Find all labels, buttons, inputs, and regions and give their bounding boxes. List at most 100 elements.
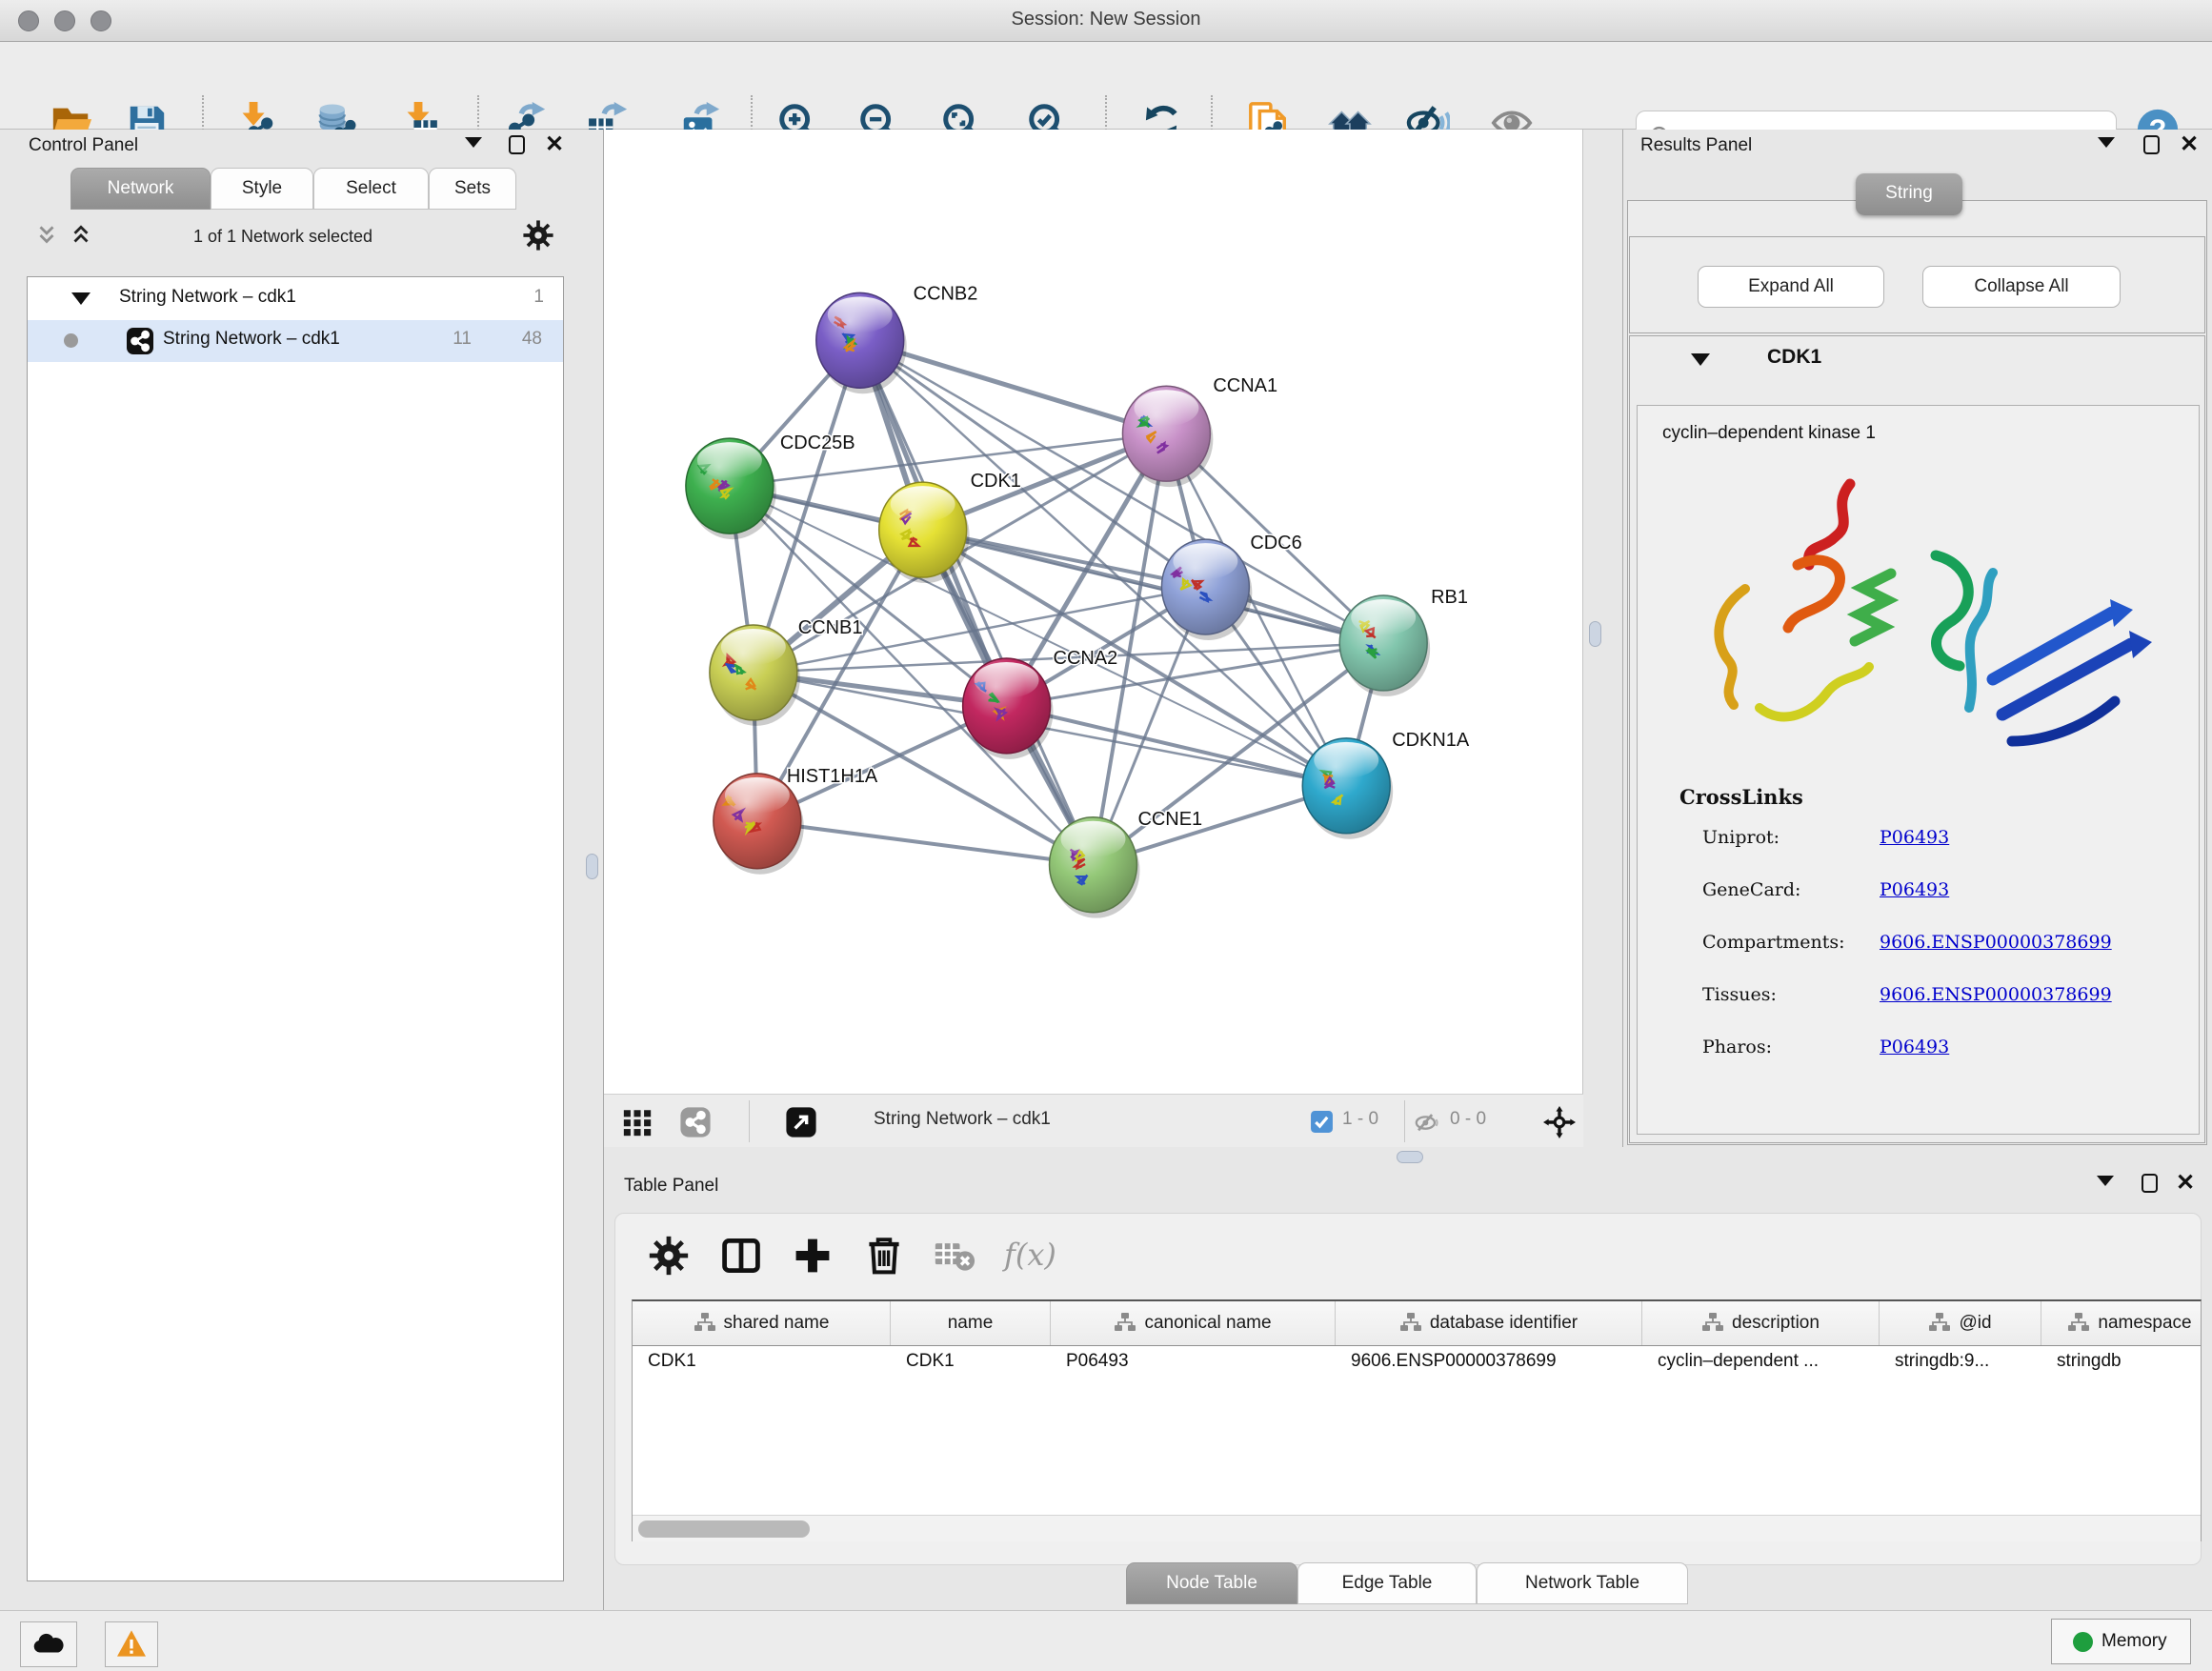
table-cell[interactable]: CDK1: [891, 1346, 1051, 1379]
show-columns-icon[interactable]: [720, 1235, 762, 1277]
control-panel-float-icon[interactable]: [509, 135, 525, 158]
column-header-@id[interactable]: @id: [1880, 1301, 2041, 1345]
network-node-CDK1[interactable]: CDK1: [879, 471, 1021, 583]
node-label: CDKN1A: [1392, 730, 1470, 751]
network-node-CDKN1A[interactable]: CDKN1A: [1302, 730, 1470, 839]
table-panel-float-icon[interactable]: [2142, 1174, 2158, 1197]
table-cell[interactable]: 9606.ENSP00000378699: [1336, 1346, 1642, 1379]
network-node-HIST1H1A[interactable]: HIST1H1A: [714, 766, 878, 875]
table-cell[interactable]: stringdb: [2041, 1346, 2212, 1379]
network-collection-row[interactable]: String Network – cdk1 1: [28, 278, 563, 320]
table-cell[interactable]: cyclin–dependent ...: [1642, 1346, 1880, 1379]
open-in-window-icon[interactable]: [785, 1106, 817, 1138]
tab-string[interactable]: String: [1856, 173, 1962, 215]
create-column-plus-icon[interactable]: [792, 1235, 834, 1277]
tab-node-table[interactable]: Node Table: [1126, 1562, 1297, 1604]
table-cell[interactable]: stringdb:9...: [1880, 1346, 2041, 1379]
tab-sets[interactable]: Sets: [429, 168, 516, 210]
collection-expand-icon[interactable]: [71, 292, 90, 305]
network-node-CDC25B[interactable]: CDC25B: [686, 433, 855, 539]
table-options-gear-icon[interactable]: [648, 1235, 690, 1277]
results-panel-float-icon[interactable]: [2143, 135, 2160, 158]
column-header-name[interactable]: name: [891, 1301, 1051, 1345]
separator: [1404, 1100, 1405, 1142]
fit-crosshair-icon[interactable]: [1543, 1106, 1576, 1138]
network-edge[interactable]: [860, 340, 1094, 864]
crosslink-row: Pharos:P06493: [1702, 1037, 2179, 1089]
network-node-CCNA2[interactable]: CCNA2: [963, 648, 1118, 759]
hidden-eye-slash-icon[interactable]: [1414, 1110, 1439, 1136]
crosslink-link[interactable]: 9606.ENSP00000378699: [1880, 984, 2112, 1005]
crosslink-row: Uniprot:P06493: [1702, 827, 2179, 879]
cloud-status-button[interactable]: [20, 1621, 77, 1667]
table-row[interactable]: CDK1CDK1P064939606.ENSP00000378699cyclin…: [633, 1346, 2201, 1379]
selected-checkbox-icon[interactable]: [1310, 1110, 1334, 1134]
crosslink-label: Tissues:: [1702, 984, 1777, 1005]
network-edge[interactable]: [1007, 706, 1347, 786]
table-cell[interactable]: CDK1: [633, 1346, 891, 1379]
left-splitter-handle[interactable]: [586, 854, 598, 879]
node-gloss: [828, 296, 893, 332]
memory-label: Memory: [2101, 1631, 2167, 1652]
protein-description: cyclin–dependent kinase 1: [1662, 423, 1876, 444]
control-panel-close-icon[interactable]: ✕: [545, 135, 564, 158]
network-canvas[interactable]: CCNB2 CCNA1 CDC25B CDK1 CDC6 RB1 CCNB1 CCNA2 CDK…: [604, 130, 1583, 1094]
table-cell[interactable]: P06493: [1051, 1346, 1336, 1379]
tab-select[interactable]: Select: [313, 168, 429, 210]
column-header-description[interactable]: description: [1642, 1301, 1880, 1345]
results-panel-menu-icon[interactable]: [2098, 135, 2115, 158]
network-row-selected[interactable]: String Network – cdk1 11 48: [28, 320, 563, 362]
crosslink-link[interactable]: P06493: [1880, 879, 1949, 900]
column-header-shared-name[interactable]: shared name: [633, 1301, 891, 1345]
network-node-CCNE1[interactable]: CCNE1: [1050, 809, 1203, 918]
crosslink-link[interactable]: P06493: [1880, 1037, 1949, 1057]
collection-count: 1: [533, 287, 544, 308]
node-gloss: [697, 442, 762, 478]
protein-collapse-icon[interactable]: [1691, 353, 1710, 366]
network-edge[interactable]: [860, 340, 1167, 433]
function-builder-icon[interactable]: f(x): [1004, 1237, 1056, 1273]
network-selection-status: 1 of 1 Network selected: [0, 227, 566, 247]
results-panel-close-icon[interactable]: ✕: [2180, 135, 2199, 158]
column-header-namespace[interactable]: namespace: [2041, 1301, 2212, 1345]
column-header-canonical-name[interactable]: canonical name: [1051, 1301, 1336, 1345]
network-node-RB1[interactable]: RB1: [1339, 587, 1468, 696]
tab-network-table[interactable]: Network Table: [1477, 1562, 1688, 1604]
string-style-icon[interactable]: [679, 1106, 712, 1138]
tab-style[interactable]: Style: [211, 168, 313, 210]
tab-edge-table[interactable]: Edge Table: [1297, 1562, 1477, 1604]
network-node-CCNB1[interactable]: CCNB1: [710, 617, 863, 726]
memory-button[interactable]: Memory: [2051, 1619, 2191, 1664]
birds-eye-grid-icon[interactable]: [621, 1106, 654, 1138]
network-node-CDC6[interactable]: CDC6: [1161, 533, 1301, 640]
protein-section: CDK1 cyclin–dependent kinase 1: [1629, 335, 2205, 1143]
network-node-CCNA1[interactable]: CCNA1: [1122, 375, 1277, 487]
network-edge[interactable]: [757, 821, 1094, 865]
table-panel-menu-icon[interactable]: [2097, 1174, 2114, 1197]
node-gloss: [891, 486, 955, 522]
node-table: shared namenamecanonical namedatabase id…: [632, 1299, 2202, 1541]
memory-ok-dot-icon: [2073, 1632, 2093, 1652]
table-header: shared namenamecanonical namedatabase id…: [633, 1301, 2201, 1346]
right-splitter-handle[interactable]: [1589, 621, 1601, 647]
network-node-CCNB2[interactable]: CCNB2: [816, 283, 978, 393]
node-label: CDK1: [971, 471, 1021, 492]
crosslink-link[interactable]: P06493: [1880, 827, 1949, 848]
collapse-all-button[interactable]: Collapse All: [1922, 266, 2121, 308]
crosslink-link[interactable]: 9606.ENSP00000378699: [1880, 932, 2112, 953]
column-header-database-identifier[interactable]: database identifier: [1336, 1301, 1642, 1345]
delete-column-trash-icon[interactable]: [863, 1235, 905, 1277]
network-view-toolbar: String Network – cdk1 1 - 0 0 - 0: [604, 1094, 1583, 1147]
node-label: CCNB2: [914, 283, 978, 304]
network-edge[interactable]: [923, 530, 1384, 643]
scrollbar-thumb[interactable]: [638, 1520, 810, 1538]
table-panel-close-icon[interactable]: ✕: [2176, 1174, 2195, 1197]
control-panel-menu-icon[interactable]: [465, 135, 482, 158]
warning-status-button[interactable]: [105, 1621, 158, 1667]
expand-all-button[interactable]: Expand All: [1698, 266, 1884, 308]
delete-table-icon[interactable]: [934, 1235, 975, 1277]
tab-network[interactable]: Network: [70, 168, 211, 210]
horizontal-splitter-handle[interactable]: [1397, 1151, 1423, 1163]
node-label: CCNA1: [1213, 375, 1277, 396]
network-options-gear-icon[interactable]: [522, 219, 554, 252]
